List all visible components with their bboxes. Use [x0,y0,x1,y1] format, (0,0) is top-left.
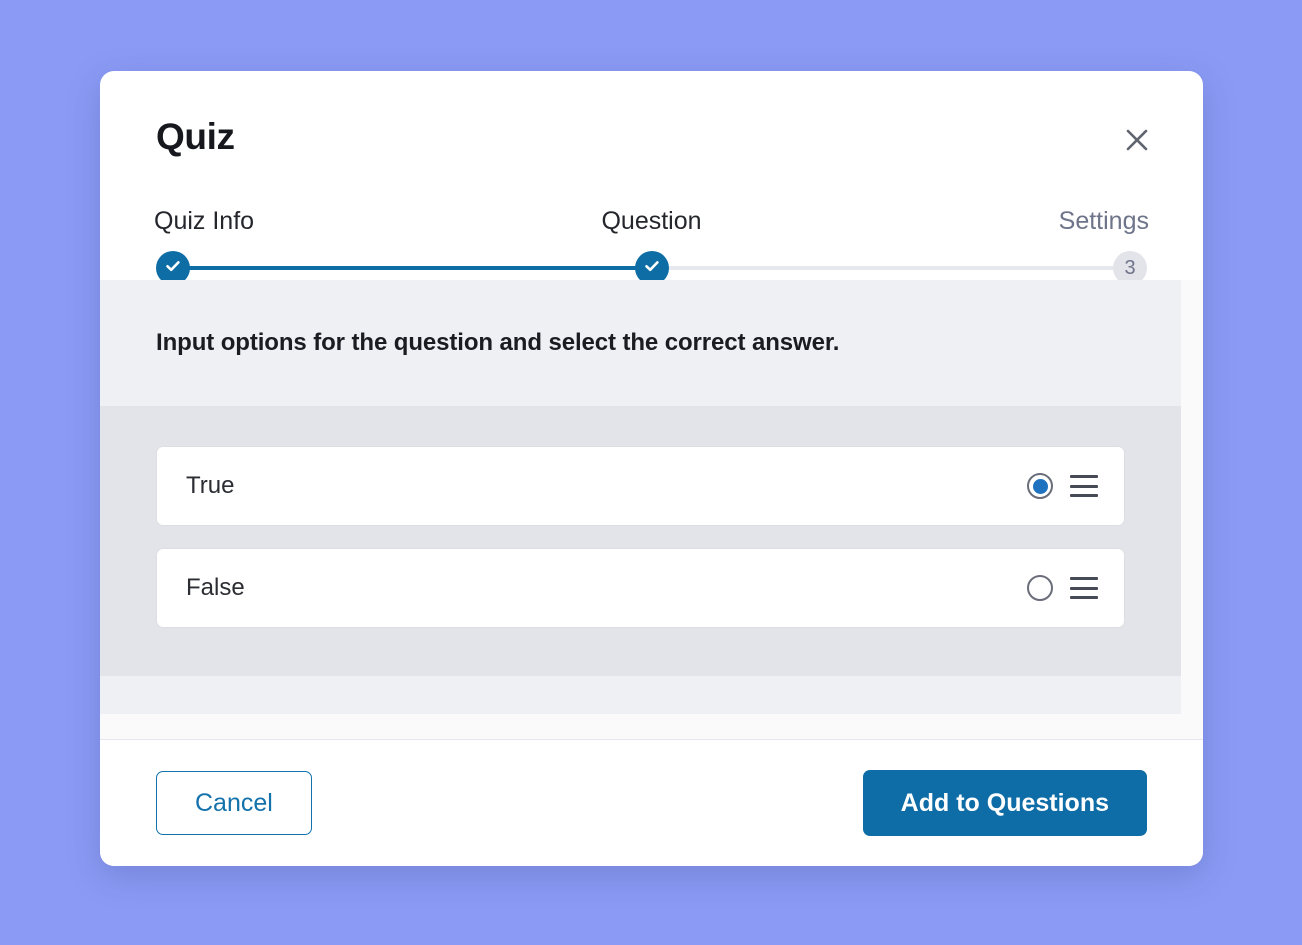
app-screen: Quiz Quiz Info Question Settings 3 Input… [0,0,1302,945]
drag-handle-icon[interactable] [1070,475,1098,497]
page-title: Quiz [156,116,235,157]
drag-handle-icon[interactable] [1070,577,1098,599]
drag-handle-bar [1070,577,1098,580]
correct-answer-radio-false[interactable] [1027,575,1053,601]
step-label-settings: Settings [1058,207,1149,235]
instruction-band: Input options for the question and selec… [100,280,1181,406]
option-label: False [186,574,245,601]
stepper-track-progress [173,266,652,270]
stepper-labels: Quiz Info Question Settings [154,206,1149,240]
quiz-modal: Quiz Quiz Info Question Settings 3 Input… [100,71,1203,866]
option-row[interactable]: False [156,548,1125,628]
stepper: Quiz Info Question Settings 3 [100,206,1203,285]
drag-handle-bar [1070,484,1098,488]
drag-handle-bar [1070,596,1098,599]
instruction-text: Input options for the question and selec… [156,329,840,356]
options-list: True False [100,406,1181,676]
modal-footer: Cancel Add to Questions [100,739,1203,866]
radio-dot-icon [1033,581,1048,596]
radio-dot-icon [1032,478,1048,494]
check-icon [164,257,182,280]
modal-body-inner: Input options for the question and selec… [100,280,1181,714]
step-label-question: Question [601,207,702,235]
correct-answer-radio-true[interactable] [1027,473,1053,499]
check-icon [643,257,661,280]
drag-handle-bar [1070,494,1098,497]
close-button[interactable] [1113,116,1161,164]
body-spacer [100,676,1181,714]
drag-handle-bar [1070,475,1098,478]
modal-header: Quiz [100,71,1203,206]
cancel-button[interactable]: Cancel [156,771,312,835]
option-row[interactable]: True [156,446,1125,526]
step-label-quiz-info: Quiz Info [154,207,255,235]
option-label: True [186,472,235,499]
drag-handle-bar [1070,586,1098,590]
step-number-settings: 3 [1124,257,1136,279]
option-controls [1027,575,1098,601]
option-controls [1027,473,1098,499]
add-to-questions-button[interactable]: Add to Questions [862,770,1147,836]
close-icon [1122,125,1152,155]
modal-body-scroll-area[interactable]: Input options for the question and selec… [100,280,1203,739]
